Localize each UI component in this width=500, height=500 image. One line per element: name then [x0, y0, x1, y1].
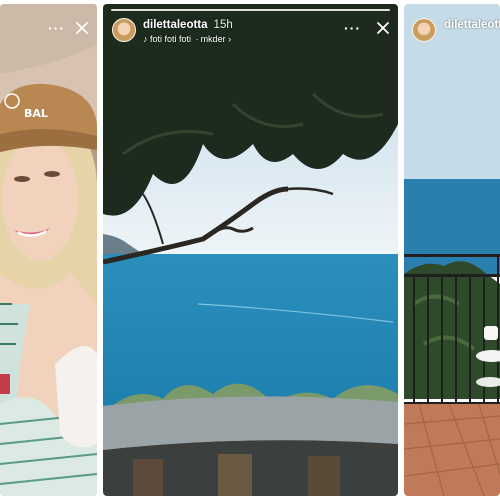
story-username[interactable]: dilettaleotta — [444, 19, 500, 31]
more-dots-icon[interactable]: ··· — [48, 21, 65, 35]
close-icon[interactable] — [375, 20, 391, 36]
story-progress-bar — [111, 9, 390, 11]
story-right[interactable]: dilettaleotta — [404, 4, 500, 496]
avatar[interactable] — [412, 18, 436, 42]
story-photo-sea-view — [103, 4, 398, 496]
username-text[interactable]: dilettaleotta — [444, 19, 500, 31]
story-middle[interactable]: dilettaleotta 15h ♪ foti foti foti · mkder… — [103, 4, 398, 496]
music-note-icon: ♪ — [143, 34, 148, 44]
story-left[interactable]: BAL ··· — [0, 4, 97, 496]
close-icon[interactable] — [74, 20, 90, 36]
story-username[interactable]: dilettaleotta 15h — [143, 19, 233, 31]
music-separator: · — [195, 34, 199, 44]
svg-text:BAL: BAL — [24, 107, 48, 120]
time-ago: 15h — [213, 19, 233, 31]
story-photo-balcony — [404, 4, 500, 496]
music-title: foti foti foti — [150, 34, 192, 44]
music-artist: mkder — [200, 34, 226, 44]
more-dots-icon[interactable]: ··· — [344, 21, 361, 35]
music-sticker[interactable]: ♪ foti foti foti · mkder › — [143, 34, 231, 44]
avatar[interactable] — [112, 18, 136, 42]
username-text[interactable]: dilettaleotta — [143, 19, 208, 31]
story-photo-selfie: BAL — [0, 4, 97, 496]
chevron-right-icon: › — [228, 34, 232, 44]
